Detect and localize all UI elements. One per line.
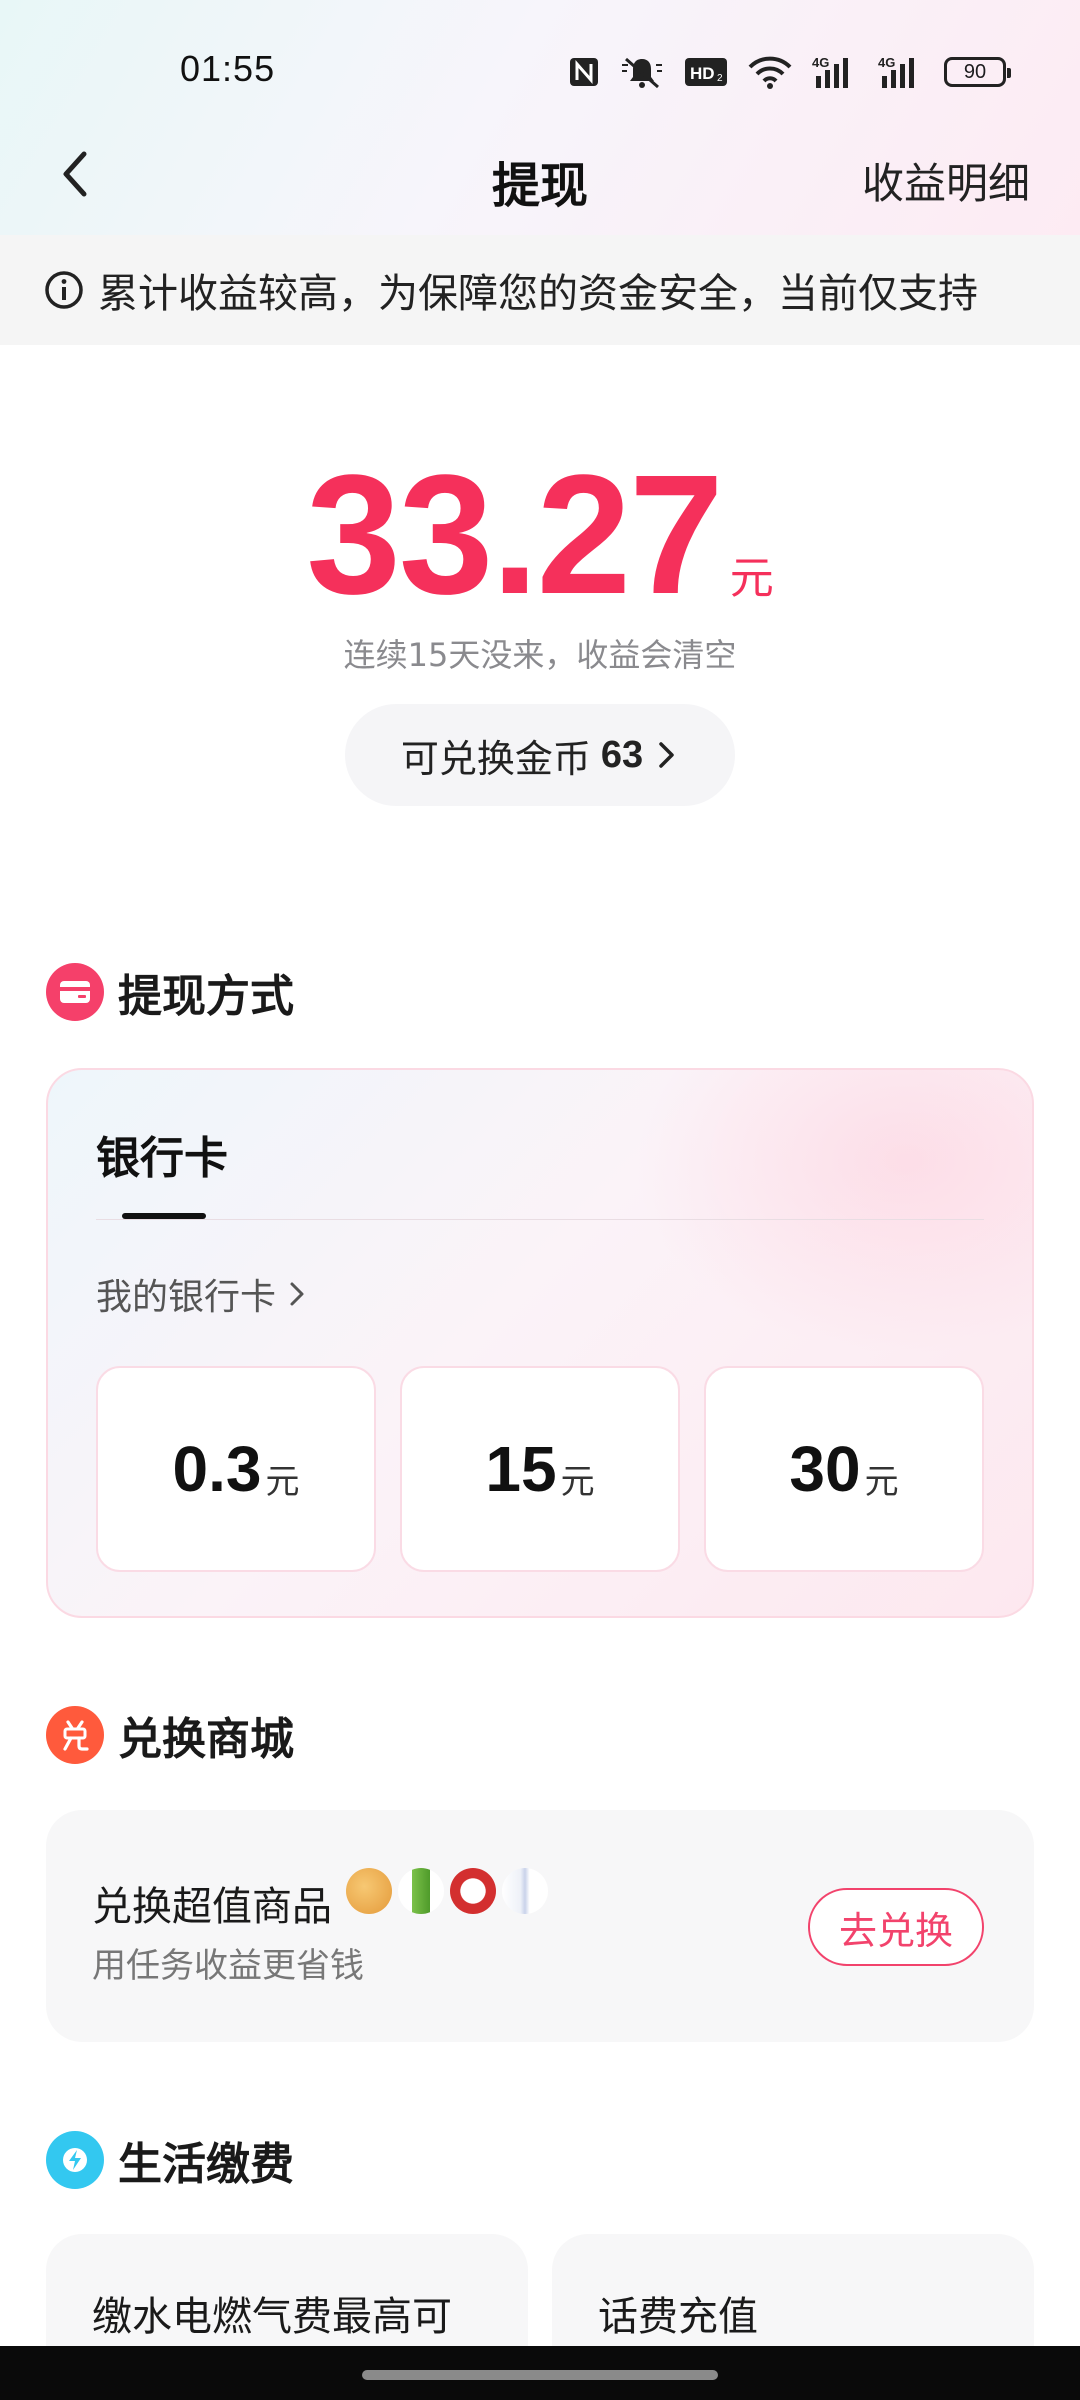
my-bank-card-link[interactable]: 我的银行卡 [96, 1268, 308, 1320]
tab-divider [96, 1219, 984, 1220]
amount-option-unit: 元 [265, 1461, 300, 1502]
info-icon [44, 270, 84, 310]
life-section-title: 生活缴费 [118, 2139, 294, 2190]
mute-bell-icon [620, 54, 664, 90]
exchange-section-header: 兑换商城 [46, 1703, 294, 1767]
chevron-right-icon [290, 1282, 304, 1306]
status-icons: HD 2 4G 4G 90 [568, 52, 1011, 92]
withdraw-section-header: 提现方式 [46, 960, 294, 1024]
nfc-icon [568, 54, 600, 90]
signal-4g-icon: 4G [878, 54, 924, 90]
amount-option-value: 30 [789, 1433, 861, 1505]
coin-label: 可兑换金币 [400, 736, 591, 781]
card-icon [46, 963, 104, 1021]
svg-text:HD: HD [690, 64, 715, 83]
lightning-icon [46, 2131, 104, 2189]
tab-bank-card[interactable]: 银行卡 [96, 1122, 228, 1186]
svg-text:4G: 4G [812, 55, 829, 70]
amount-option-unit: 元 [560, 1461, 595, 1502]
exchange-card[interactable]: 兑换超值商品 用任务收益更省钱 去兑换 [46, 1810, 1034, 2042]
utility-bill-title: 缴水电燃气费最高可 [92, 2294, 452, 2340]
amount-option[interactable]: 30 元 [704, 1366, 984, 1572]
snack-thumbnail [346, 1868, 392, 1914]
card-decoration [612, 1070, 1032, 1370]
notice-text: 累计收益较高，为保障您的资金安全，当前仅支持 [98, 271, 978, 317]
wifi-icon [748, 54, 792, 90]
earnings-detail-link[interactable]: 收益明细 [862, 150, 1030, 211]
amount-option-value: 15 [485, 1433, 557, 1505]
amount-option-value: 0.3 [172, 1433, 262, 1505]
hd-icon: HD 2 [684, 54, 728, 90]
balance-amount: 33.27 [306, 440, 723, 630]
nav-bar: 提现 收益明细 [0, 130, 1080, 235]
exchange-item-subtitle: 用任务收益更省钱 [92, 1946, 364, 1986]
balance-unit: 元 [729, 553, 774, 604]
svg-text:2: 2 [717, 73, 723, 84]
status-time: 01:55 [180, 48, 276, 89]
phone-recharge-title: 话费充值 [598, 2294, 758, 2340]
svg-text:4G: 4G [878, 55, 895, 70]
home-indicator[interactable] [362, 2370, 718, 2380]
balance-display: 33.27 元 [0, 450, 1080, 620]
amount-option[interactable]: 15 元 [400, 1366, 680, 1572]
coin-count: 63 [600, 733, 644, 776]
product-thumbnails [346, 1868, 548, 1914]
withdraw-section-title: 提现方式 [118, 971, 294, 1022]
battery-indicator: 90 [944, 57, 1011, 87]
signal-4g-icon: 4G [812, 54, 858, 90]
life-section-header: 生活缴费 [46, 2128, 294, 2192]
go-exchange-button[interactable]: 去兑换 [808, 1888, 984, 1966]
status-bar: 01:55 HD 2 4G 4G 90 [0, 0, 1080, 130]
drink-thumbnail [398, 1868, 444, 1914]
balance-note: 连续15天没来，收益会清空 [343, 636, 737, 674]
withdraw-card: 银行卡 我的银行卡 0.3 元 15 元 30 元 [46, 1068, 1034, 1618]
kfc-thumbnail [450, 1868, 496, 1914]
chevron-right-icon [659, 742, 674, 768]
toothpaste-thumbnail [502, 1868, 548, 1914]
notice-banner: 累计收益较高，为保障您的资金安全，当前仅支持 [0, 235, 1080, 345]
exchange-icon [46, 1706, 104, 1764]
amount-option-unit: 元 [864, 1461, 899, 1502]
exchange-section-title: 兑换商城 [118, 1714, 294, 1765]
coin-exchange-button[interactable]: 可兑换金币 63 [345, 704, 735, 806]
tab-active-indicator [122, 1213, 206, 1219]
exchange-item-title: 兑换超值商品 [92, 1884, 332, 1930]
amount-option[interactable]: 0.3 元 [96, 1366, 376, 1572]
my-bank-card-label: 我的银行卡 [96, 1277, 277, 1318]
